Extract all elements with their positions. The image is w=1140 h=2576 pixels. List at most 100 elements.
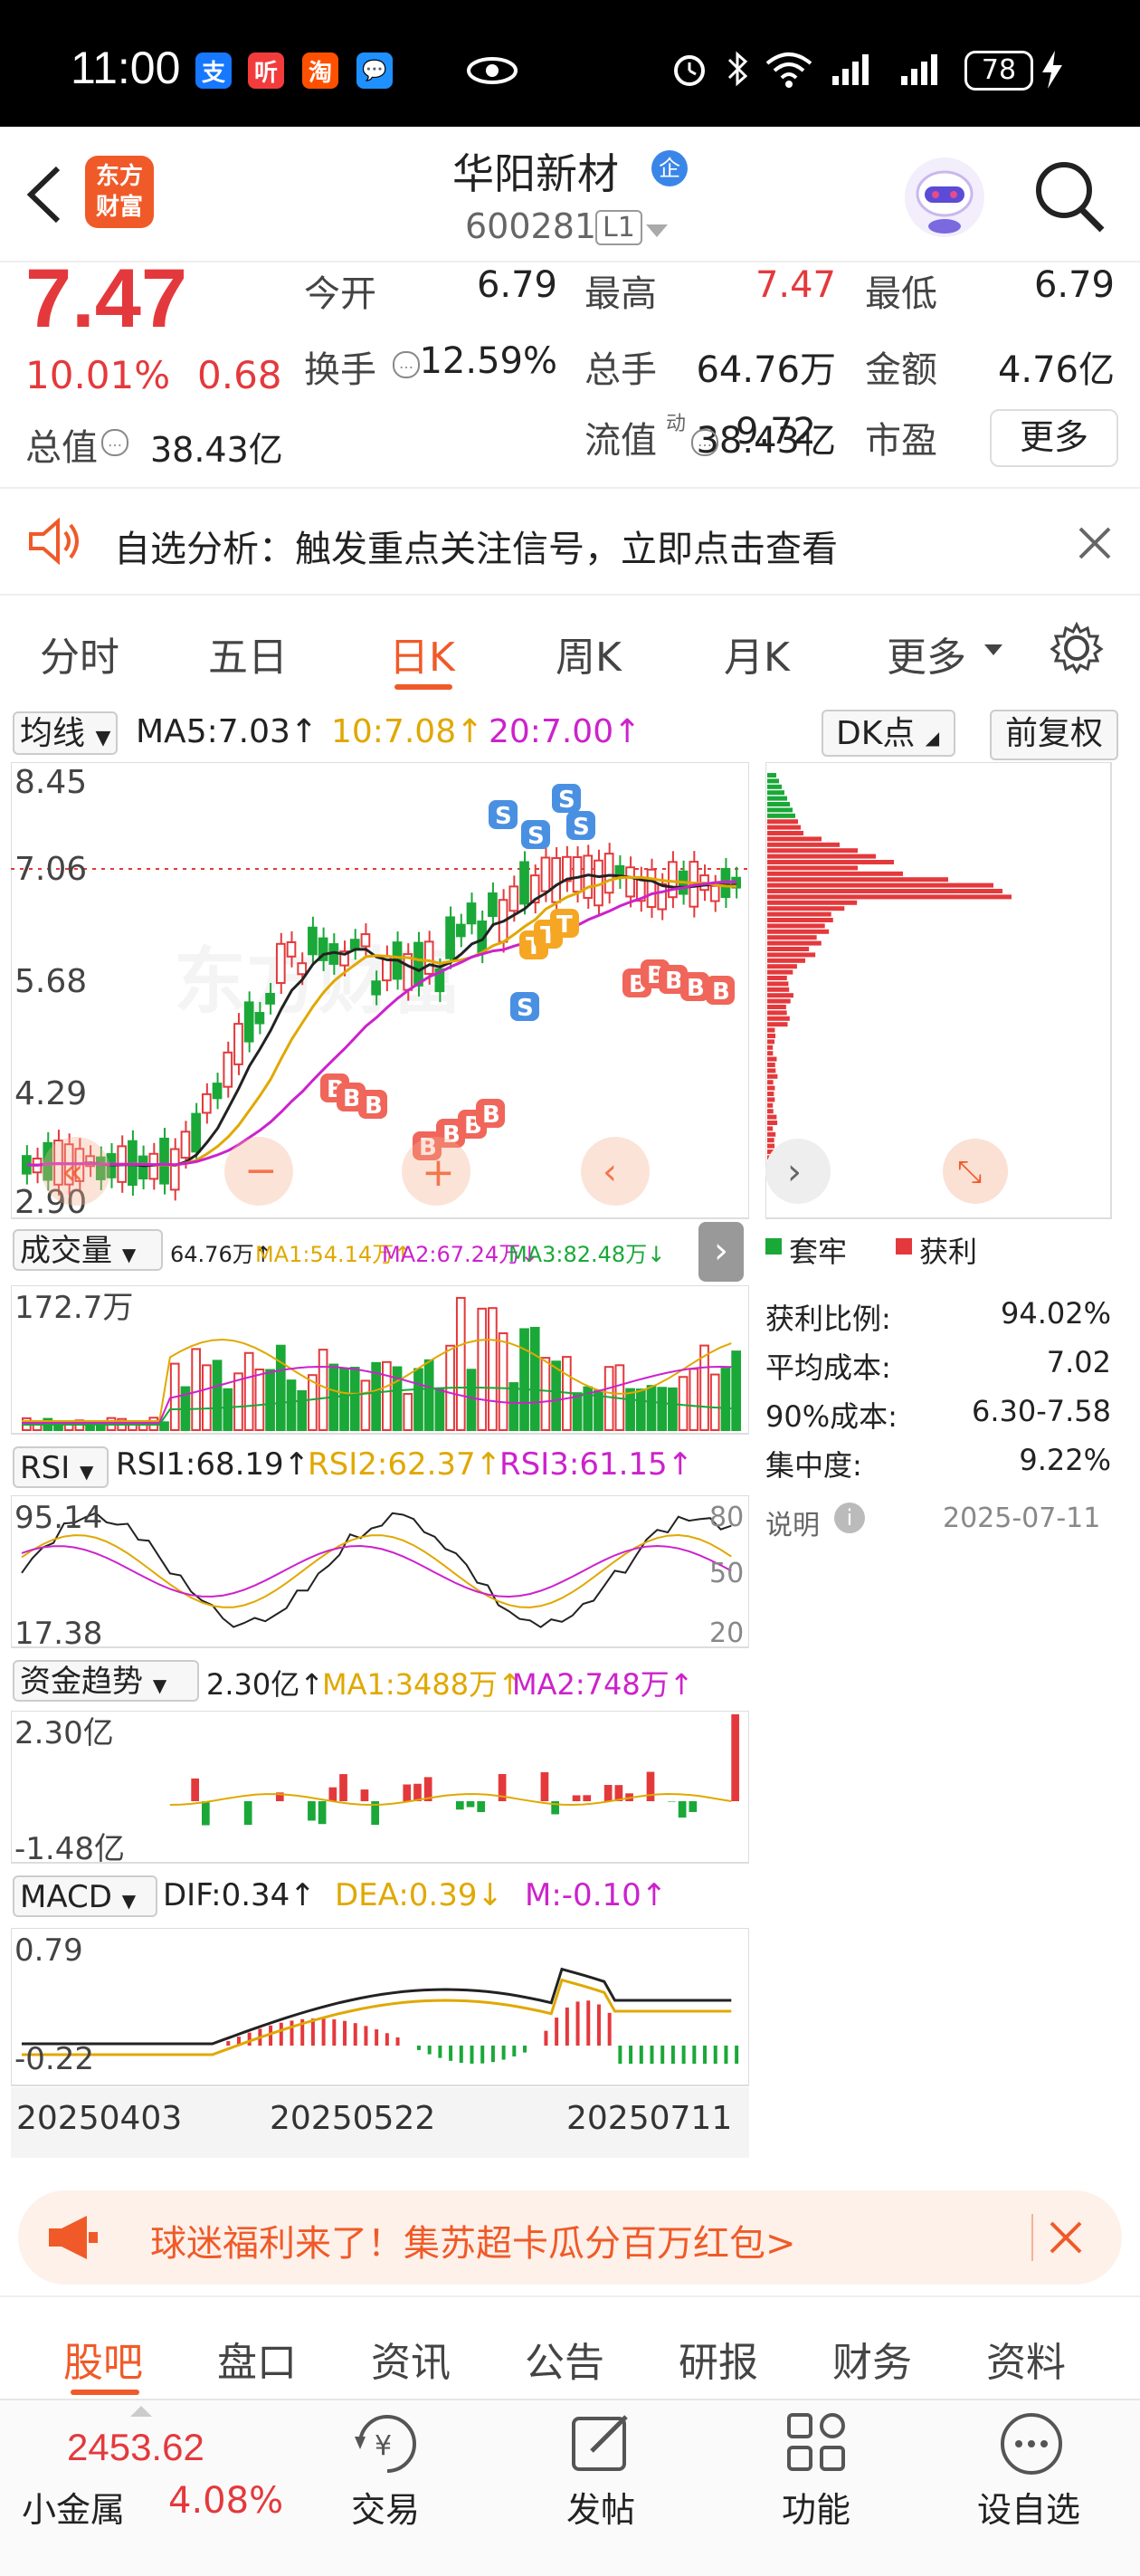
nav-trade-label[interactable]: 交易 [351, 2482, 420, 2532]
tab-forum[interactable]: 股吧 [63, 2330, 143, 2388]
info-dots-icon[interactable]: … [101, 429, 128, 456]
tab-five-day[interactable]: 五日 [208, 625, 288, 682]
trade-icon[interactable]: ¥ [351, 2409, 423, 2478]
nav-add-watchlist-label[interactable]: 设自选 [977, 2482, 1080, 2532]
ma-selector-label: 均线 [20, 715, 86, 752]
index-value[interactable]: 2453.62 [67, 2426, 204, 2469]
dk-points-selector[interactable]: DK点 ◢ [822, 710, 955, 757]
total-value: 38.43亿 [150, 430, 283, 470]
macd-selector[interactable]: MACD ▼ [13, 1875, 157, 1917]
chip-bar [767, 813, 795, 818]
macd-chevron-icon: ▼ [121, 1890, 137, 1912]
chip-note-label[interactable]: 说明 [765, 1503, 820, 1542]
macd-dif: DIF:0.34↑ [163, 1877, 316, 1913]
bs-marker-label: S [558, 787, 575, 814]
settings-gear-icon[interactable] [1050, 621, 1104, 675]
volume-bar [668, 1387, 678, 1431]
open-label: 今开 [304, 273, 376, 315]
volume-bar [382, 1360, 392, 1431]
step-left-icon[interactable]: ‹ [603, 1151, 617, 1193]
tab-monthly-k[interactable]: 月K [724, 625, 790, 682]
tab-weekly-k[interactable]: 周K [556, 625, 622, 682]
panel-expand-icon[interactable]: › [698, 1222, 744, 1282]
bluetooth-icon [727, 51, 748, 87]
tab-announcements[interactable]: 公告 [525, 2330, 604, 2388]
tab-more-chevron-icon[interactable] [984, 644, 1002, 657]
rsi-selector-label: RSI [20, 1450, 71, 1486]
candle-body [709, 884, 720, 902]
tab-intraday[interactable]: 分时 [40, 625, 119, 682]
candle-body [286, 940, 297, 958]
chip-bar [767, 900, 858, 905]
volume-ma3-text: MA3:82.48万 [508, 1242, 648, 1267]
volume-bar [477, 1307, 488, 1431]
tab-daily-k[interactable]: 日K [389, 625, 455, 682]
adjust-selector[interactable]: 前复权 [990, 710, 1118, 760]
chip-bar [767, 1045, 774, 1050]
tab-news[interactable]: 资讯 [371, 2330, 451, 2388]
chip-bar [767, 947, 810, 951]
chip-right-arrow-icon[interactable]: › [787, 1151, 802, 1193]
robot-assistant-icon[interactable] [901, 154, 988, 241]
volume-bar [657, 1387, 668, 1432]
close-alert-icon[interactable] [1077, 525, 1113, 561]
status-bar: 11:00 支 听 淘 💬 78 [0, 0, 1140, 127]
chip-bar [767, 1016, 790, 1021]
fund-trend-chart: 2.30亿 -1.48亿 [11, 1711, 749, 1865]
amount-label: 金额 [865, 349, 937, 391]
ma20-value: 20:7.00 [489, 713, 614, 750]
info-icon[interactable]: i [834, 1503, 865, 1533]
volume-bar [529, 1326, 540, 1431]
chip-bar [767, 993, 793, 998]
index-name[interactable]: 小金属 [22, 2482, 125, 2532]
pe-info-icon[interactable]: … [691, 429, 718, 456]
rsi-selector[interactable]: RSI ▼ [13, 1446, 109, 1488]
tab-orderbook[interactable]: 盘口 [217, 2330, 297, 2388]
post-icon[interactable] [568, 2409, 637, 2475]
more-quote-button[interactable]: 更多 [990, 409, 1118, 467]
tab-profile[interactable]: 资料 [986, 2330, 1066, 2388]
volume-bar [498, 1331, 508, 1432]
expand-icon[interactable]: ⤡ [957, 1154, 982, 1190]
add-watchlist-icon[interactable] [997, 2409, 1066, 2478]
search-icon[interactable] [1031, 156, 1107, 237]
macd-dif-text: DIF:0.34 [163, 1877, 290, 1913]
fund-trend-selector[interactable]: 资金趋势 ▼ [13, 1660, 199, 1702]
ma-selector[interactable]: 均线 ▼ [13, 711, 118, 755]
chip-bar [767, 877, 948, 883]
chip-bar [767, 923, 825, 929]
fund-bar [403, 1784, 412, 1801]
kline-chart[interactable]: 东方财富 BB BB B B BSSSSSTT TB B B B B 8.45 7.06 5.68… [11, 762, 749, 1220]
battery-indicator: 78 [964, 51, 1033, 91]
turnover-info-icon[interactable]: … [393, 351, 420, 378]
tab-finance[interactable]: 财务 [832, 2330, 912, 2388]
zoom-in-icon[interactable]: + [422, 1150, 455, 1196]
bs-marker-label: S [527, 823, 545, 850]
alarm-icon [674, 55, 705, 86]
wifi-icon [765, 52, 812, 88]
volume-bar [635, 1388, 646, 1432]
ma5-value: MA5:7.03 [136, 713, 290, 750]
zoom-out-icon[interactable]: − [244, 1148, 278, 1194]
tab-more[interactable]: 更多 [887, 625, 966, 682]
tab-research[interactable]: 研报 [679, 2330, 758, 2388]
alert-text[interactable]: 自选分析：触发重点关注信号，立即点击查看 [114, 520, 838, 572]
macd-dea: DEA:0.39↓ [335, 1877, 503, 1913]
nav-post-label[interactable]: 发帖 [566, 2482, 635, 2532]
nav-functions-label[interactable]: 功能 [782, 2482, 850, 2532]
functions-icon[interactable] [784, 2409, 849, 2475]
volume-bar [202, 1364, 212, 1431]
promo-text[interactable]: 球迷福利来了！集苏超卡瓜分百万红包> [150, 2214, 796, 2266]
code-dropdown-icon[interactable] [644, 223, 670, 241]
volume-bar [191, 1348, 201, 1431]
close-promo-icon[interactable] [1048, 2219, 1084, 2256]
fund-bar [318, 1801, 327, 1825]
fund-selector-label: 资金趋势 [20, 1664, 143, 1700]
rsi-chevron-icon: ▼ [80, 1461, 94, 1483]
volume-selector[interactable]: 成交量 ▼ [13, 1229, 163, 1271]
rsi-chart: 95.14 17.38 80 50 20 [11, 1495, 749, 1649]
chip-bar [767, 831, 803, 835]
rsi1-legend: RSI1:68.19↑ [116, 1446, 310, 1483]
double-left-icon[interactable]: « [62, 1151, 83, 1193]
back-icon[interactable] [22, 163, 67, 226]
